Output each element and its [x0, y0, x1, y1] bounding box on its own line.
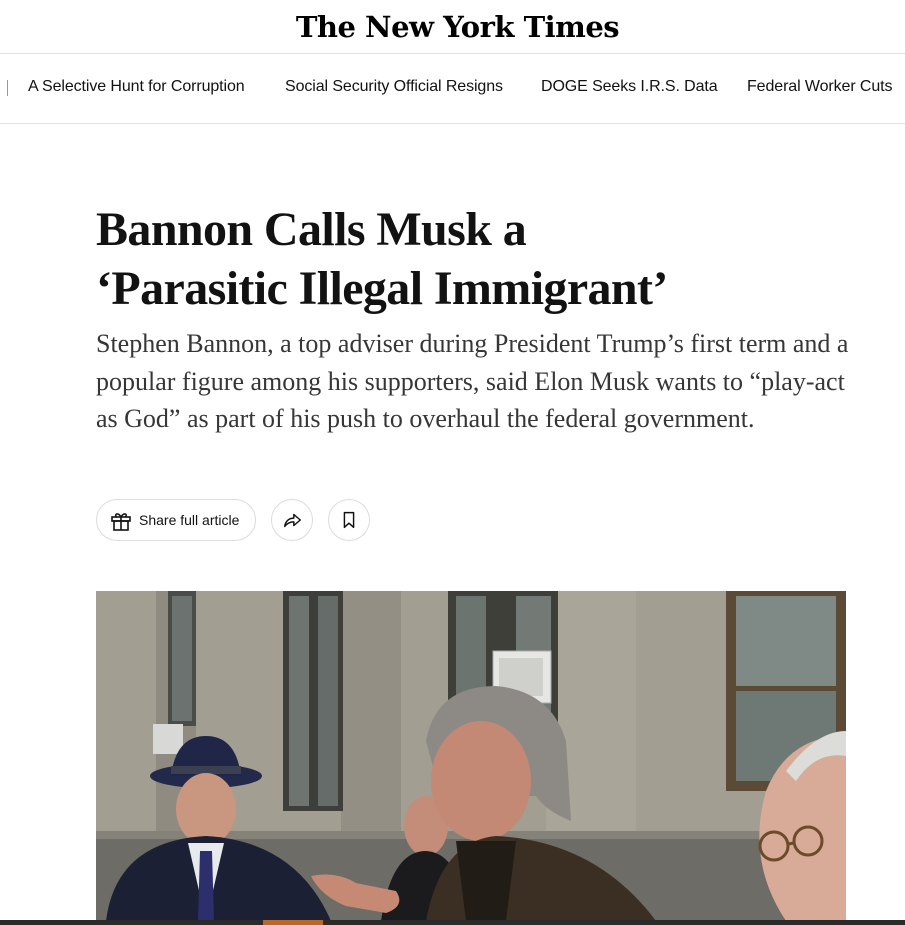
trending-link-social-security[interactable]: Social Security Official Resigns [285, 78, 503, 96]
gift-icon [111, 513, 131, 531]
article-headline: Bannon Calls Musk a ‘Parasitic Illegal I… [96, 200, 816, 318]
share-button[interactable] [271, 499, 313, 541]
trending-link-doge-irs[interactable]: DOGE Seeks I.R.S. Data [541, 78, 718, 96]
trending-nav: A Selective Hunt for Corruption Social S… [0, 54, 905, 124]
share-full-article-button[interactable]: Share full article [96, 499, 256, 541]
masthead: The New York Times [0, 0, 905, 54]
headline-line-1: Bannon Calls Musk a [96, 203, 527, 256]
trending-link-selective-hunt[interactable]: A Selective Hunt for Corruption [28, 78, 245, 96]
bottom-progress-accent [263, 920, 323, 925]
lead-photo-illustration [96, 591, 846, 921]
share-full-article-label: Share full article [139, 512, 240, 528]
headline-line-2: ‘Parasitic Illegal Immigrant’ [96, 262, 668, 315]
bottom-progress-bar [0, 920, 905, 925]
bookmark-icon [343, 511, 355, 529]
save-article-button[interactable] [328, 499, 370, 541]
share-arrow-icon [283, 513, 301, 528]
trending-divider [7, 80, 8, 96]
article-summary: Stephen Bannon, a top adviser during Pre… [96, 329, 849, 433]
nyt-logo[interactable]: The New York Times [296, 10, 620, 44]
trending-link-federal-worker-cuts[interactable]: Federal Worker Cuts [747, 78, 893, 96]
lead-photo [96, 591, 846, 921]
